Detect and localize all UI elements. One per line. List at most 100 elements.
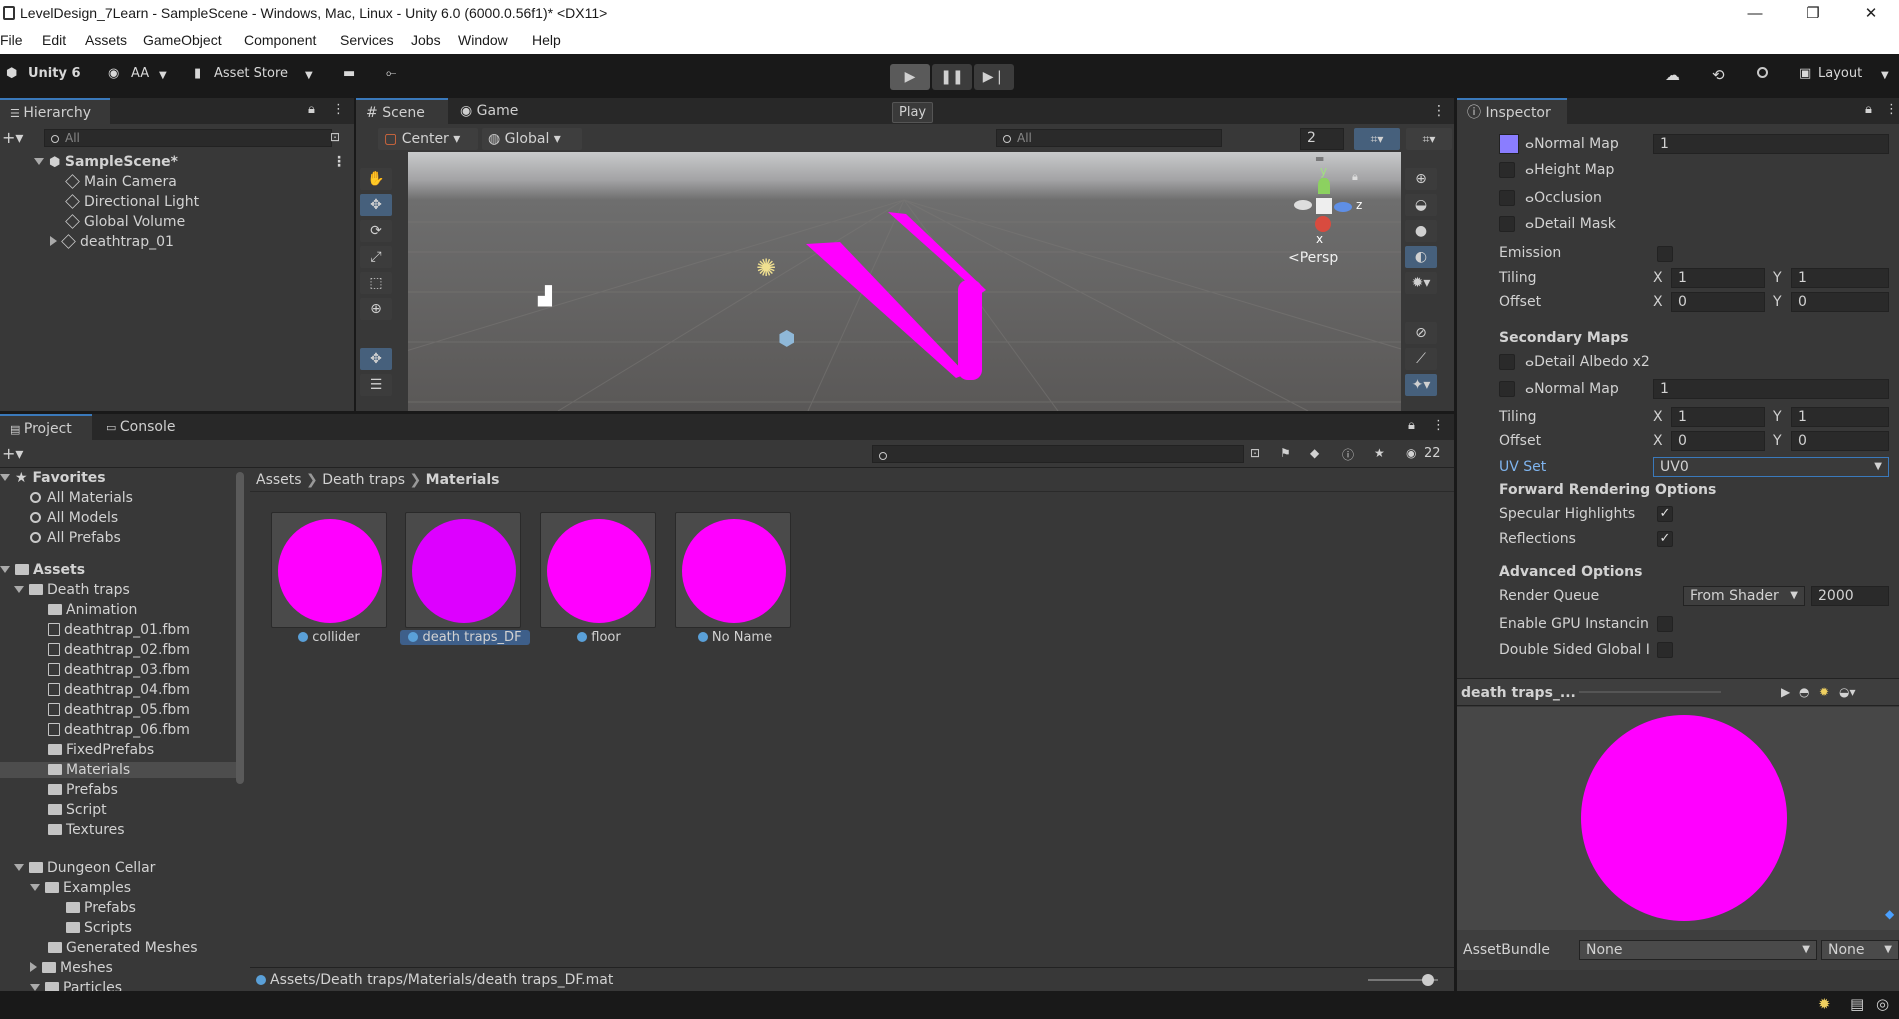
fx-toggle-icon[interactable]: ✹▾	[1405, 272, 1437, 294]
preview-mesh-icon[interactable]: ◒▾	[1839, 685, 1856, 699]
material-thumbnail[interactable]	[675, 512, 791, 628]
rotate-tool-icon[interactable]: ⟳	[360, 220, 392, 242]
create-asset-icon[interactable]: +▾	[2, 444, 23, 463]
hide-icon[interactable]: ⊘	[1405, 322, 1437, 344]
hierarchy-search-input[interactable]: All	[44, 129, 332, 147]
hierarchy-item[interactable]: Directional Light	[65, 194, 199, 210]
folder-examples[interactable]: Examples	[30, 880, 131, 896]
menu-component[interactable]: Component	[244, 32, 316, 48]
detail-albedo-texture-slot[interactable]	[1499, 354, 1515, 370]
breadcrumb-death-traps[interactable]: Death traps	[322, 472, 405, 488]
render-queue-dropdown[interactable]: From Shader ▼	[1683, 586, 1805, 606]
material-preview-area[interactable]: ◆	[1457, 707, 1899, 930]
tree-item-file[interactable]: deathtrap_01.fbm	[48, 622, 190, 638]
shading-solid-icon[interactable]: ●	[1405, 220, 1437, 242]
favorite-item[interactable]: All Prefabs	[30, 530, 121, 546]
tab-game[interactable]: ◉ Game	[450, 98, 534, 124]
add-icon[interactable]: +▾	[2, 128, 23, 147]
account-button[interactable]: AA	[131, 66, 149, 81]
tab-scene[interactable]: # Scene	[356, 98, 448, 124]
render-queue-field[interactable]: 2000	[1811, 586, 1889, 606]
gpu-instancing-checkbox[interactable]	[1657, 616, 1673, 632]
orientation-gizmo[interactable]: y z x 🔒︎	[1294, 164, 1384, 264]
scene-root-row[interactable]: ⬢ SampleScene* ⋮	[0, 154, 354, 174]
grid-visibility-toggle[interactable]: ⌗▾	[1406, 128, 1452, 150]
reflections-checkbox[interactable]: ✓	[1657, 531, 1673, 547]
rect-tool-icon[interactable]: ⬚	[360, 272, 392, 294]
hand-tool-icon[interactable]: ✋	[360, 168, 392, 190]
history-icon[interactable]: ⟲	[1712, 66, 1725, 84]
gizmo-menu-icon[interactable]: ✦▾	[1405, 374, 1437, 396]
move-snap-icon[interactable]: ✥	[360, 348, 392, 370]
material-label[interactable]: No Name	[670, 630, 800, 645]
more-menu-icon[interactable]: ⋮	[332, 102, 345, 117]
material-label[interactable]: collider	[264, 630, 394, 645]
step-button[interactable]: ▶❘	[974, 64, 1014, 90]
folder-dungeon-cellar[interactable]: Dungeon Cellar	[14, 860, 155, 876]
space-dropdown[interactable]: ◍ Global ▾	[482, 128, 582, 150]
tiling2-y-field[interactable]: 1	[1791, 407, 1889, 427]
favorites-row[interactable]: ★ Favorites	[0, 470, 106, 486]
gizmo-visibility-icon[interactable]: ⟋	[1405, 348, 1437, 370]
preview-light-icon[interactable]: ✹	[1819, 685, 1829, 699]
search-options-icon[interactable]: ⊡	[330, 130, 340, 144]
shading-lit-icon[interactable]: ◐	[1405, 246, 1437, 268]
search-by-label-icon[interactable]: ⚑	[1280, 446, 1291, 460]
asset-bundle-variant-dropdown[interactable]: None ▼	[1821, 940, 1899, 960]
tree-item-file[interactable]: deathtrap_03.fbm	[48, 662, 190, 678]
tiling2-x-field[interactable]: 1	[1671, 407, 1765, 427]
favorite-item[interactable]: All Materials	[30, 490, 133, 506]
tiling-x-field[interactable]: 1	[1671, 268, 1765, 288]
height-map-texture-slot[interactable]	[1499, 162, 1515, 178]
folder-particles[interactable]: Particles	[30, 980, 122, 991]
tree-item-folder[interactable]: Materials	[0, 762, 236, 778]
menu-assets[interactable]: Assets	[85, 32, 127, 48]
play-button[interactable]: ▶	[890, 64, 930, 90]
preview-shape-icon[interactable]: ◓	[1799, 685, 1809, 699]
view-gizmo-icon[interactable]: ⊕	[1405, 168, 1437, 190]
folder-death-traps[interactable]: Death traps	[14, 582, 130, 598]
specular-checkbox[interactable]: ✓	[1657, 506, 1673, 522]
more-menu-icon[interactable]: ⋮	[1432, 418, 1445, 433]
tree-item-file[interactable]: deathtrap_02.fbm	[48, 642, 190, 658]
folder-prefabs[interactable]: Prefabs	[66, 900, 136, 916]
menu-help[interactable]: Help	[532, 32, 561, 48]
shading-wire-icon[interactable]: ◒	[1405, 194, 1437, 216]
maximize-button[interactable]: ❐	[1790, 2, 1836, 26]
menu-jobs[interactable]: Jobs	[411, 32, 441, 48]
lock-icon[interactable]: 🔒︎	[1865, 102, 1872, 117]
hierarchy-item[interactable]: Main Camera	[65, 174, 177, 190]
normal-map-scale-field[interactable]: 1	[1653, 134, 1889, 154]
asset-bundle-dropdown[interactable]: None ▼	[1579, 940, 1817, 960]
hierarchy-item[interactable]: Global Volume	[65, 214, 185, 230]
offset2-y-field[interactable]: 0	[1791, 431, 1889, 451]
unity-version-button[interactable]: Unity 6	[28, 66, 81, 81]
offset-y-field[interactable]: 0	[1791, 292, 1889, 312]
tree-item-file[interactable]: deathtrap_04.fbm	[48, 682, 190, 698]
move-tool-icon[interactable]: ✥	[360, 194, 392, 216]
search-icon[interactable]	[1757, 66, 1774, 81]
perspective-label[interactable]: <Persp	[1288, 250, 1338, 266]
material-thumbnail[interactable]	[540, 512, 656, 628]
tab-project[interactable]: ▤ Project	[0, 414, 92, 440]
lock-icon[interactable]: 🔒︎	[308, 102, 315, 117]
tag-icon[interactable]: ◆	[1310, 446, 1319, 460]
normal-map-texture-slot[interactable]	[1499, 134, 1519, 154]
tree-item-file[interactable]: deathtrap_05.fbm	[48, 702, 190, 718]
scale-tool-icon[interactable]: ⤢	[360, 246, 392, 268]
folder-meshes[interactable]: Meshes	[30, 960, 113, 976]
breadcrumb-materials[interactable]: Materials	[426, 472, 500, 488]
material-label[interactable]: floor	[534, 630, 664, 645]
emission-checkbox[interactable]	[1657, 246, 1673, 262]
scene-viewport[interactable]: ✺ ▟ ⬢ y z x 🔒︎ <Persp ═	[408, 152, 1401, 411]
occlusion-texture-slot[interactable]	[1499, 190, 1515, 206]
breadcrumb-assets[interactable]: Assets	[256, 472, 302, 488]
tree-item-folder[interactable]: Animation	[48, 602, 137, 618]
close-button[interactable]: ✕	[1848, 2, 1894, 26]
info-icon[interactable]: ⓘ	[1342, 446, 1354, 463]
material-label-selected[interactable]: death traps_DF	[400, 630, 530, 645]
cache-icon[interactable]: ▤	[1850, 995, 1864, 1013]
offset-x-field[interactable]: 0	[1671, 292, 1765, 312]
menu-edit[interactable]: Edit	[42, 32, 66, 48]
tree-item-folder[interactable]: Prefabs	[48, 782, 118, 798]
